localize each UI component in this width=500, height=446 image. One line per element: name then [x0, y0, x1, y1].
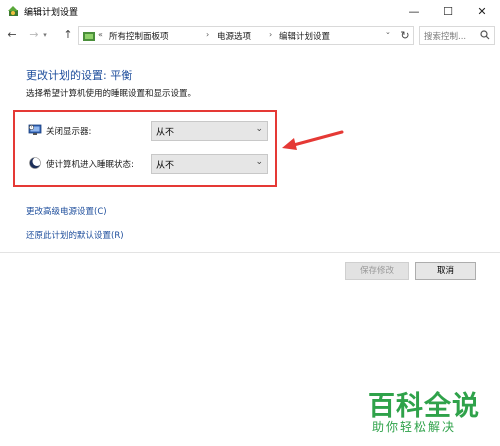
breadcrumb-edit-plan-settings[interactable]: 编辑计划设置: [279, 30, 330, 42]
page-description: 选择希望计算机使用的睡眠设置和显示设置。: [26, 89, 197, 99]
sleep-row: 使计算机进入睡眠状态: 从不 ⌄: [28, 154, 273, 174]
breadcrumb-separator: ›: [269, 30, 273, 39]
address-bar[interactable]: « 所有控制面板项 › 电源选项 › 编辑计划设置 ⌄ ↻: [78, 26, 414, 45]
chevron-down-icon: ⌄: [255, 124, 263, 134]
moon-icon: [29, 157, 42, 169]
turn-off-display-label: 关闭显示器:: [46, 127, 92, 137]
monitor-icon: [28, 124, 42, 135]
sleep-label: 使计算机进入睡眠状态:: [46, 160, 134, 170]
breadcrumb-overflow[interactable]: «: [98, 30, 103, 39]
turn-off-display-value: 从不: [156, 128, 175, 138]
up-arrow-icon: ↑: [63, 28, 73, 41]
watermark-tagline: 助你轻松解决: [372, 420, 457, 434]
address-dropdown-icon[interactable]: ⌄: [385, 28, 395, 36]
minimize-button[interactable]: —: [398, 0, 430, 22]
change-advanced-power-settings-link[interactable]: 更改高级电源设置(C): [26, 205, 107, 217]
maximize-button[interactable]: ☐: [432, 0, 464, 22]
save-changes-button[interactable]: 保存修改: [345, 262, 409, 280]
back-button[interactable]: ←: [4, 26, 20, 44]
turn-off-display-row: 关闭显示器: 从不 ⌄: [28, 121, 273, 141]
minimize-icon: —: [408, 4, 420, 18]
breadcrumb-separator: ›: [206, 30, 210, 39]
red-arrow-annotation: [282, 130, 344, 150]
forward-arrow-icon: →: [29, 28, 39, 41]
divider: [0, 252, 500, 253]
chevron-down-icon: ▾: [43, 31, 47, 39]
power-options-icon: [8, 6, 18, 16]
window-title: 编辑计划设置: [24, 8, 79, 18]
breadcrumb-all-control-panel-items[interactable]: 所有控制面板项: [109, 30, 169, 42]
search-icon[interactable]: [480, 30, 490, 40]
refresh-icon[interactable]: ↻: [397, 27, 413, 44]
search-input[interactable]: 搜索控制...: [419, 26, 495, 45]
cancel-button[interactable]: 取消: [415, 262, 476, 280]
up-button[interactable]: ↑: [60, 26, 76, 44]
sleep-value: 从不: [156, 161, 175, 171]
search-placeholder: 搜索控制...: [424, 32, 467, 42]
back-arrow-icon: ←: [7, 28, 17, 41]
close-button[interactable]: ✕: [466, 0, 498, 22]
page-title: 更改计划的设置: 平衡: [26, 69, 133, 82]
close-icon: ✕: [477, 4, 487, 18]
navigation-bar: ← → ▾ ↑ « 所有控制面板项 › 电源选项 › 编辑计划设置 ⌄ ↻ 搜索…: [0, 24, 500, 46]
sleep-select[interactable]: 从不 ⌄: [151, 154, 268, 174]
title-bar: 编辑计划设置 — ☐ ✕: [0, 0, 500, 22]
chevron-down-icon: ⌄: [255, 157, 263, 167]
restore-default-settings-link[interactable]: 还原此计划的默认设置(R): [26, 229, 124, 241]
breadcrumb-power-options[interactable]: 电源选项: [217, 30, 251, 42]
maximize-icon: ☐: [443, 4, 453, 18]
turn-off-display-select[interactable]: 从不 ⌄: [151, 121, 268, 141]
control-panel-icon: [83, 32, 95, 41]
recent-locations-button[interactable]: ▾: [40, 26, 50, 44]
